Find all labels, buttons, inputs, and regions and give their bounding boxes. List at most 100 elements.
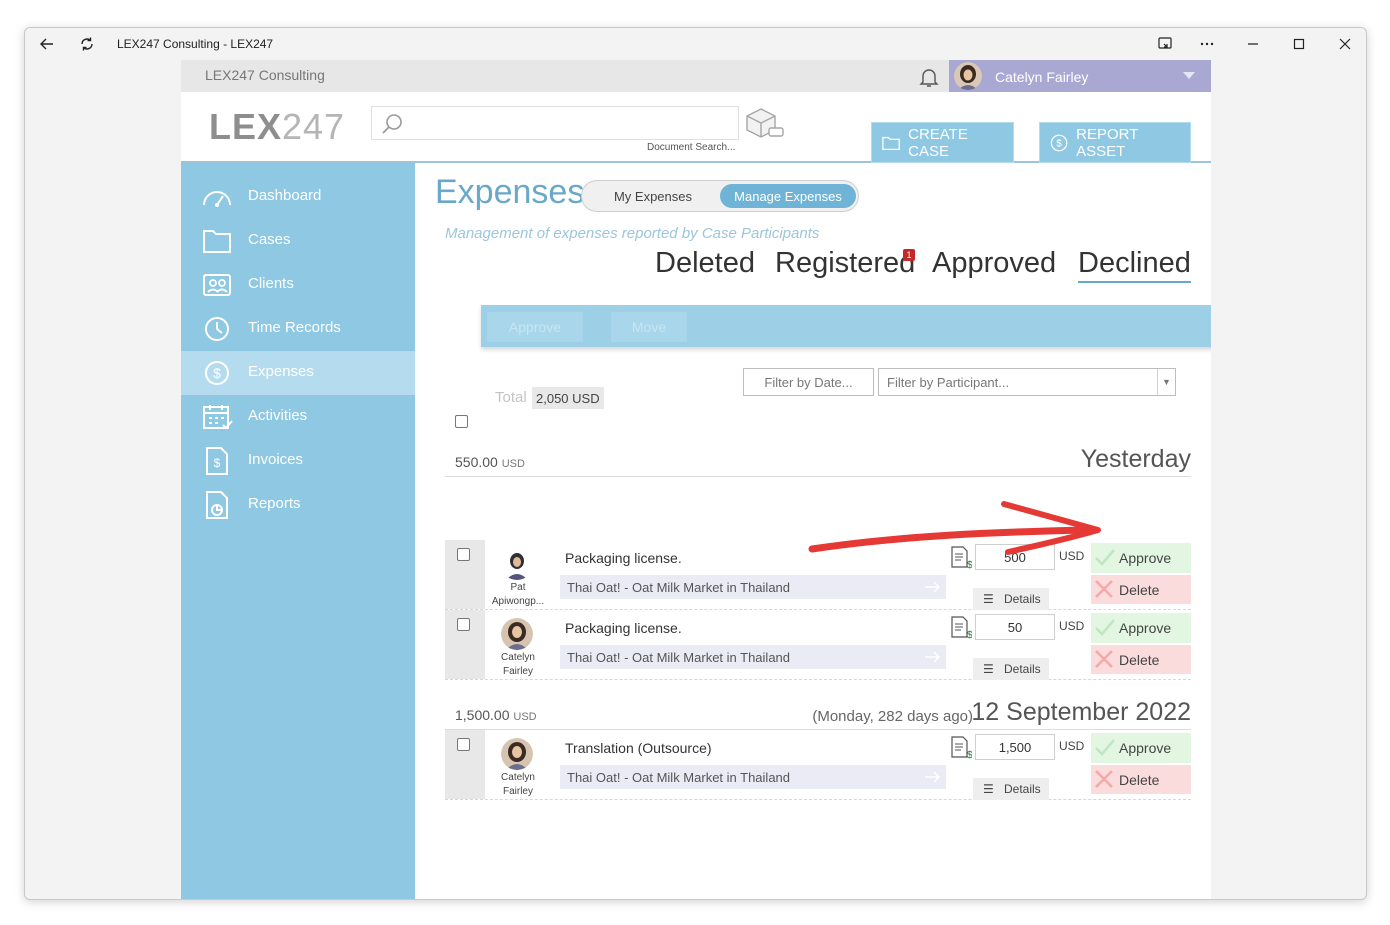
close-button[interactable] — [1333, 32, 1357, 56]
document-search-icon[interactable] — [743, 106, 785, 140]
report-asset-button[interactable]: $ REPORT ASSET — [1039, 122, 1191, 163]
approve-label: Approve — [1119, 550, 1172, 566]
group-date: Yesterday — [1080, 445, 1191, 473]
search-input[interactable] — [412, 111, 732, 135]
sidebar-item-clients[interactable]: Clients — [181, 263, 415, 307]
sidebar-item-cases[interactable]: Cases — [181, 219, 415, 263]
tab-deleted[interactable]: Deleted — [655, 247, 755, 280]
select-all-checkbox[interactable] — [455, 415, 468, 428]
expense-description: Packaging license. — [565, 550, 682, 566]
receipt-icon[interactable]: $ — [950, 545, 972, 569]
case-link[interactable]: Thai Oat! - Oat Milk Market in Thailand — [560, 645, 946, 669]
amount-currency: USD — [1059, 549, 1085, 563]
delete-button[interactable]: Delete — [1091, 765, 1191, 794]
case-link[interactable]: Thai Oat! - Oat Milk Market in Thailand — [560, 765, 946, 789]
details-button[interactable]: ☰ Details — [973, 778, 1049, 800]
total-value: 2,050 USD — [532, 387, 604, 409]
approve-button[interactable]: Approve — [1091, 613, 1191, 643]
x-icon — [1095, 580, 1113, 598]
delete-button[interactable]: Delete — [1091, 645, 1191, 674]
row-checkbox[interactable] — [457, 548, 470, 561]
amount-currency: USD — [1059, 739, 1085, 753]
check-icon — [1095, 549, 1115, 566]
case-name: Thai Oat! - Oat Milk Market in Thailand — [567, 769, 791, 785]
row-checkbox[interactable] — [457, 618, 470, 631]
sidebar-item-activities[interactable]: Activities — [181, 395, 415, 439]
filter-by-date-input[interactable]: Filter by Date... — [743, 368, 874, 396]
row-checkbox[interactable] — [457, 738, 470, 751]
details-button[interactable]: ☰ Details — [973, 588, 1049, 610]
more-options-button[interactable] — [1195, 32, 1219, 56]
org-name: LEX247 Consulting — [205, 67, 325, 83]
details-button[interactable]: ☰ Details — [973, 658, 1049, 680]
sidebar-item-label: Clients — [248, 275, 294, 292]
amount-input[interactable]: 50 — [975, 614, 1055, 640]
sidebar-item-invoices[interactable]: $ Invoices — [181, 439, 415, 483]
expense-row: Catelyn Fairley Packaging license. Thai … — [445, 610, 1191, 680]
refresh-button[interactable] — [75, 32, 99, 56]
user-name: Catelyn Fairley — [995, 69, 1089, 85]
user-avatar[interactable] — [953, 62, 983, 90]
tab-declined[interactable]: Declined — [1078, 247, 1191, 283]
details-label: Details — [1004, 592, 1041, 606]
receipt-icon[interactable]: $ — [950, 615, 972, 639]
my-expenses-toggle[interactable]: My Expenses — [588, 184, 718, 208]
app-window: LEX247 Consulting - LEX247 LEX247 Consul… — [24, 27, 1367, 900]
report-asset-label: REPORT ASSET — [1076, 125, 1139, 160]
cast-button[interactable] — [1153, 32, 1177, 56]
search-box[interactable] — [371, 106, 739, 140]
manage-expenses-toggle[interactable]: Manage Expenses — [720, 184, 856, 208]
amount-input[interactable]: 500 — [975, 544, 1055, 570]
minimize-button[interactable] — [1241, 32, 1265, 56]
sidebar-item-reports[interactable]: Reports — [181, 483, 415, 527]
delete-button[interactable]: Delete — [1091, 575, 1191, 604]
clients-icon — [203, 274, 231, 296]
move-selected-button[interactable]: Move — [611, 312, 687, 342]
back-arrow-icon — [40, 38, 53, 50]
dollar-circle-icon: $ — [1050, 134, 1068, 151]
sidebar-item-expenses[interactable]: $ Expenses — [181, 351, 415, 395]
group-sum-value: 1,500.00 — [455, 707, 510, 723]
case-link[interactable]: Thai Oat! - Oat Milk Market in Thailand — [560, 575, 946, 599]
arrow-right-icon — [925, 771, 940, 783]
delete-label: Delete — [1119, 651, 1160, 668]
sidebar-item-label: Activities — [248, 407, 308, 424]
tab-registered[interactable]: Registered — [775, 247, 915, 280]
sidebar-item-label: Cases — [248, 231, 291, 248]
receipt-icon[interactable]: $ — [950, 735, 972, 759]
back-button[interactable] — [35, 32, 59, 56]
filter-by-participant-select[interactable]: Filter by Participant... ▼ — [878, 368, 1176, 396]
page-title: Expenses — [435, 173, 585, 211]
window-titlebar: LEX247 Consulting - LEX247 — [25, 28, 1366, 60]
window-title: LEX247 Consulting - LEX247 — [117, 37, 274, 51]
participant-name: Catelyn Fairley — [501, 772, 535, 797]
svg-text:$: $ — [967, 560, 972, 569]
menu-icon: ☰ — [983, 662, 994, 676]
user-menu-caret-icon[interactable] — [1183, 72, 1195, 79]
maximize-icon — [1293, 38, 1305, 50]
amount-input[interactable]: 1,500 — [975, 734, 1055, 760]
create-case-button[interactable]: CREATE CASE — [871, 122, 1014, 163]
sidebar-item-dashboard[interactable]: Dashboard — [181, 175, 415, 219]
group-sum: 1,500.00 USD — [455, 707, 537, 723]
group-relative-date: (Monday, 282 days ago) — [812, 708, 973, 725]
app-header: LEX247 Document Search... CREATE CASE $ … — [181, 92, 1211, 163]
approve-button[interactable]: Approve — [1091, 543, 1191, 573]
dropdown-arrow-icon[interactable]: ▼ — [1157, 369, 1175, 395]
tab-approved[interactable]: Approved — [932, 247, 1056, 280]
approve-button[interactable]: Approve — [1091, 733, 1191, 763]
sidebar-item-time-records[interactable]: Time Records — [181, 307, 415, 351]
sidebar-item-label: Expenses — [248, 363, 314, 380]
svg-text:$: $ — [1056, 138, 1062, 149]
maximize-button[interactable] — [1287, 32, 1311, 56]
group-sum-currency: USD — [513, 711, 537, 723]
expense-description: Packaging license. — [565, 620, 682, 636]
check-icon — [1095, 739, 1115, 756]
document-search-label: Document Search... — [647, 142, 736, 153]
approve-selected-button[interactable]: Approve — [487, 312, 583, 342]
approve-label: Approve — [1119, 620, 1172, 636]
notifications-button[interactable] — [917, 65, 941, 94]
arrow-right-icon — [925, 651, 940, 663]
invoice-icon: $ — [206, 447, 228, 475]
x-icon — [1095, 770, 1113, 788]
